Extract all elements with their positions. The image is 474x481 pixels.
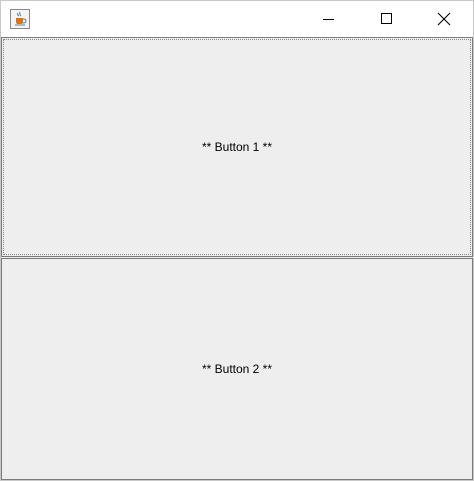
app-window: ** Button 1 ** ** Button 2 **: [0, 0, 474, 481]
close-icon: [437, 12, 451, 26]
button-2[interactable]: ** Button 2 **: [1, 258, 473, 480]
title-bar[interactable]: [1, 1, 473, 37]
maximize-icon: [381, 13, 392, 24]
button-2-label: ** Button 2 **: [201, 362, 273, 376]
maximize-button[interactable]: [358, 1, 416, 37]
java-cup-icon[interactable]: [10, 9, 30, 29]
button-1[interactable]: ** Button 1 **: [1, 37, 473, 257]
minimize-icon: [323, 19, 334, 20]
close-button[interactable]: [415, 1, 473, 37]
button-1-label: ** Button 1 **: [201, 140, 273, 154]
minimize-button[interactable]: [300, 1, 358, 37]
content-pane: ** Button 1 ** ** Button 2 **: [1, 37, 473, 480]
